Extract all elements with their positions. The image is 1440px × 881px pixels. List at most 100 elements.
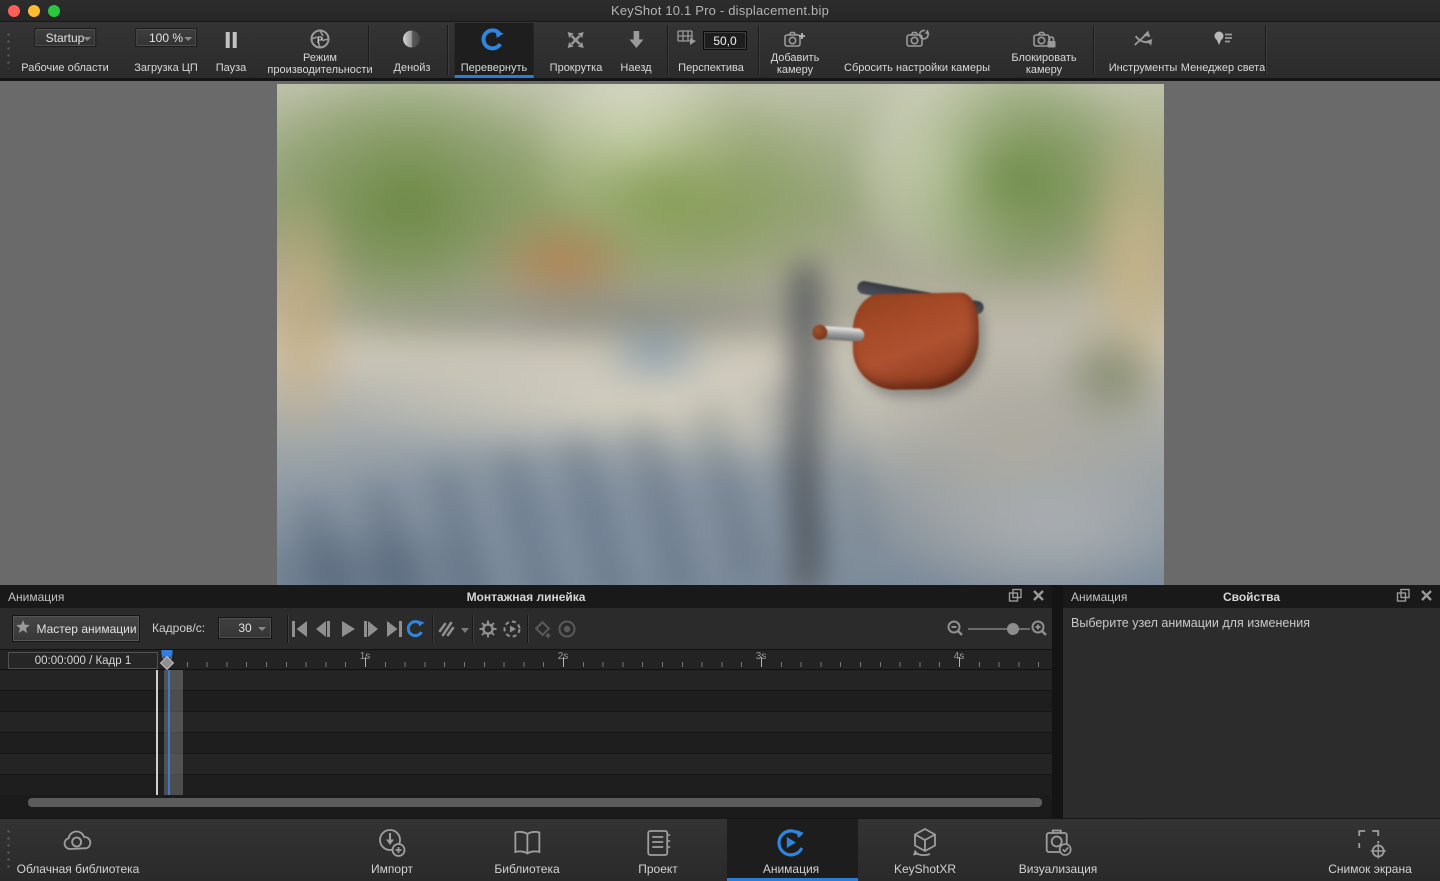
dock-item-animation[interactable]: Анимация bbox=[763, 819, 819, 881]
reset-camera-label: Сбросить настройки камеры bbox=[844, 62, 990, 74]
timeline-ruler[interactable]: 00:00:000 / Кадр 1 0s 1s 2s 3s 4s bbox=[0, 650, 1052, 670]
performance-mode-label: Режим производительности bbox=[260, 52, 380, 76]
properties-panel-body: Выберите узел анимации для изменения bbox=[1063, 608, 1440, 818]
denoise-icon bbox=[400, 28, 424, 52]
current-time-display: 00:00:000 / Кадр 1 bbox=[8, 652, 158, 669]
timeline-tracks[interactable] bbox=[0, 670, 1052, 795]
timeline-panel-context: Анимация bbox=[8, 590, 64, 604]
timeline-hscrollbar-thumb[interactable] bbox=[28, 798, 1042, 807]
dock-item-screenshot[interactable]: Снимок экрана bbox=[1328, 819, 1412, 881]
properties-empty-message: Выберите узел анимации для изменения bbox=[1071, 616, 1310, 630]
pause-icon bbox=[220, 28, 242, 52]
ruler-major-ticks bbox=[167, 657, 1049, 667]
keyshotxr-cube-icon bbox=[908, 825, 942, 861]
reset-camera-button[interactable]: Сбросить настройки камеры bbox=[838, 23, 996, 78]
close-window-button[interactable] bbox=[8, 5, 20, 17]
skip-to-end-button[interactable] bbox=[384, 618, 406, 640]
timeline-settings-button[interactable] bbox=[477, 618, 499, 640]
screenshot-icon bbox=[1352, 825, 1388, 861]
perspective-grid-icon bbox=[675, 28, 697, 53]
keyshot-window: KeyShot 10.1 Pro - displacement.bip Star… bbox=[0, 0, 1440, 881]
dock-grip[interactable] bbox=[7, 828, 10, 872]
dock-item-project[interactable]: Проект bbox=[638, 819, 678, 881]
timeline-zoom-slider-track[interactable] bbox=[968, 628, 1030, 630]
animation-wizard-label: Мастер анимации bbox=[36, 622, 136, 636]
cpu-combo[interactable]: 100 % bbox=[135, 28, 197, 47]
cpu-value: 100 % bbox=[149, 31, 183, 45]
denoise-button[interactable]: Денойз bbox=[388, 23, 437, 78]
keyshotxr-label: KeyShotXR bbox=[894, 862, 956, 876]
workspace-combo[interactable]: Startup bbox=[34, 28, 96, 47]
ruler-label-1s: 1s bbox=[360, 651, 371, 662]
workspace-label: Рабочие области bbox=[21, 62, 108, 74]
light-manager-label: Менеджер света bbox=[1180, 62, 1266, 74]
perspective-control[interactable]: 50,0 Перспектива bbox=[669, 23, 753, 78]
render-icon bbox=[1041, 825, 1075, 861]
add-camera-button[interactable]: Добавить камеру bbox=[746, 23, 844, 78]
float-panel-icon[interactable] bbox=[1396, 588, 1411, 603]
titlebar: KeyShot 10.1 Pro - displacement.bip bbox=[0, 0, 1440, 22]
dock-item-library[interactable]: Библиотека bbox=[494, 819, 559, 881]
ruler-label-3s: 3s bbox=[756, 651, 767, 662]
lock-camera-button[interactable]: Блокировать камеру bbox=[995, 23, 1093, 78]
scroll-arrows-icon bbox=[564, 28, 588, 52]
chevron-down-icon bbox=[184, 37, 192, 41]
tools-label: Инструменты bbox=[1109, 62, 1178, 74]
cloud-library-label: Облачная библиотека bbox=[17, 862, 140, 876]
dolly-arrow-icon bbox=[624, 28, 648, 52]
play-button[interactable] bbox=[336, 618, 358, 640]
chevron-down-icon bbox=[258, 627, 266, 631]
main-toolbar: Startup Рабочие области 100 % Загрузка Ц… bbox=[0, 22, 1440, 81]
timeline-zoom-in-icon[interactable] bbox=[1028, 618, 1050, 640]
tools-button[interactable]: Инструменты bbox=[1103, 23, 1184, 78]
timeline-hscrollbar[interactable] bbox=[0, 795, 1052, 818]
preview-render-button[interactable] bbox=[501, 618, 523, 640]
playhead-line-secondary bbox=[156, 670, 158, 795]
traffic-lights bbox=[8, 5, 60, 17]
svg-text:P: P bbox=[317, 35, 323, 45]
shovel-model[interactable] bbox=[826, 286, 982, 404]
float-panel-icon[interactable] bbox=[1008, 588, 1023, 603]
dolly-button[interactable]: Наезд bbox=[614, 23, 657, 78]
scroll-button[interactable]: Прокрутка bbox=[544, 23, 609, 78]
close-panel-icon[interactable] bbox=[1031, 588, 1046, 603]
pause-label: Пауза bbox=[216, 62, 247, 74]
pause-button[interactable]: Пауза bbox=[210, 23, 253, 78]
step-forward-button[interactable] bbox=[360, 618, 382, 640]
fps-select[interactable]: 30 bbox=[218, 617, 272, 639]
perspective-label: Перспектива bbox=[678, 62, 744, 74]
flip-button[interactable]: Перевернуть bbox=[455, 23, 534, 78]
bottom-dock: Облачная библиотека Импорт Библиотека bbox=[0, 818, 1440, 881]
dock-item-cloud-library[interactable]: Облачная библиотека bbox=[17, 819, 140, 881]
properties-panel-context: Анимация bbox=[1071, 590, 1127, 604]
skip-to-start-button[interactable] bbox=[288, 618, 310, 640]
render-viewport[interactable] bbox=[277, 84, 1164, 585]
dock-item-render[interactable]: Визуализация bbox=[1019, 819, 1098, 881]
chevron-down-icon bbox=[83, 37, 91, 41]
timeline-zoom-out-icon[interactable] bbox=[944, 618, 966, 640]
record-keyframes-button[interactable] bbox=[556, 618, 578, 640]
step-back-button[interactable] bbox=[312, 618, 334, 640]
ruler-label-4s: 4s bbox=[954, 651, 965, 662]
window-title: KeyShot 10.1 Pro - displacement.bip bbox=[611, 3, 829, 18]
light-manager-button[interactable]: Менеджер света bbox=[1174, 23, 1272, 78]
toolbar-grip[interactable] bbox=[7, 31, 10, 69]
timeline-zoom-slider-thumb[interactable] bbox=[1007, 623, 1019, 635]
cpu-usage-selector[interactable]: 100 % Загрузка ЦП bbox=[128, 23, 204, 78]
perspective-value-field[interactable]: 50,0 bbox=[703, 31, 747, 50]
properties-panel-header: Анимация Свойства bbox=[1063, 585, 1440, 608]
loop-playback-button[interactable] bbox=[404, 618, 426, 640]
dock-item-import[interactable]: Импорт bbox=[371, 819, 413, 881]
viewport-scene-background bbox=[277, 84, 1164, 585]
denoise-label: Денойз bbox=[394, 62, 431, 74]
minimize-window-button[interactable] bbox=[28, 5, 40, 17]
performance-mode-button[interactable]: P Режим производительности bbox=[254, 23, 386, 78]
add-keyframe-button[interactable] bbox=[532, 618, 554, 640]
dock-item-keyshotxr[interactable]: KeyShotXR bbox=[894, 819, 956, 881]
playhead-line[interactable] bbox=[168, 670, 170, 795]
properties-panel: Анимация Свойства Выберите узел анимации… bbox=[1063, 585, 1440, 818]
workspace-selector[interactable]: Startup Рабочие области bbox=[15, 23, 114, 78]
animation-wizard-button[interactable]: Мастер анимации bbox=[12, 615, 140, 642]
close-panel-icon[interactable] bbox=[1419, 588, 1434, 603]
zoom-window-button[interactable] bbox=[48, 5, 60, 17]
